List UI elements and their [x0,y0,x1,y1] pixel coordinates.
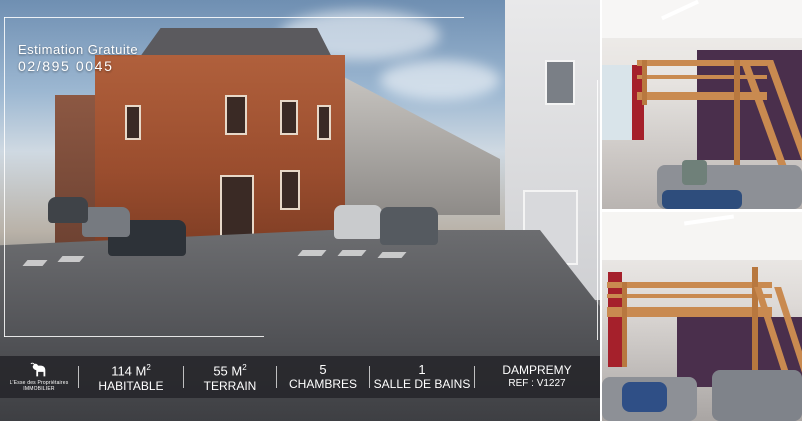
frame-line [4,336,264,337]
frame-line [597,80,598,340]
blanket [662,190,742,209]
stat-unit-sup: 2 [242,363,247,373]
house-window [317,105,331,140]
loft-post [734,60,740,170]
loft-beam [607,307,772,317]
loft-beam [637,92,767,100]
stat-label: TERRAIN [203,378,257,393]
loft-post [752,267,758,387]
house-window [280,170,300,210]
house-window [225,95,247,135]
cushion [682,160,707,185]
property-info-bar: L'Esse des Propriétaires IMMOBILIER 114 … [0,356,600,398]
logo-line-2: IMMOBILIER [23,386,55,392]
stat-label: CHAMBRES [288,377,357,391]
location-block: DAMPREMY REF : V1227 [475,363,599,391]
frame-line [4,17,464,18]
window [602,65,632,140]
parked-car [48,197,88,223]
interior-photo-top [602,0,802,209]
parked-car [82,207,130,237]
crosswalk-stripe [297,250,327,256]
loft-post [622,282,627,367]
location-city: DAMPREMY [502,363,572,377]
crosswalk-stripe [337,250,367,256]
stat-value: 5 [319,362,327,377]
loft-rail [607,294,772,298]
house-window [125,105,141,140]
cloud [380,60,500,100]
cushion [622,382,667,412]
parked-car [380,207,438,245]
stat-unit-sup: 2 [146,363,151,373]
crosswalk-stripe [377,252,407,258]
promo-phone: 02/895 0045 [18,58,114,74]
stat-value: 114 M [111,363,147,379]
stat-label: HABITABLE [98,378,164,393]
parked-car [334,205,382,239]
goat-icon [30,362,46,377]
ceiling [602,0,802,38]
stat-value: 1 [418,362,426,377]
interior-photo-bottom [602,212,802,421]
stat-habitable: 114 M2 HABITABLE [79,361,183,392]
loft-rail [607,282,772,288]
stat-value: 55 M [213,363,243,379]
property-ref: REF : V1227 [508,378,566,389]
house-window [545,60,575,105]
stat-salle-de-bains: 1 SALLE DE BAINS [370,362,474,392]
armchair [712,370,802,421]
stat-terrain: 55 M2 TERRAIN [184,361,276,392]
house-window [280,100,298,135]
agency-logo: L'Esse des Propriétaires IMMOBILIER [0,356,78,398]
frame-line [4,17,5,337]
stat-chambres: 5 CHAMBRES [277,362,369,392]
promo-line-1: Estimation Gratuite [18,42,139,57]
promo-text: Estimation Gratuite 02/895 0045 [18,42,138,74]
loft-post [642,60,647,105]
stat-label: SALLE DE BAINS [373,377,471,391]
